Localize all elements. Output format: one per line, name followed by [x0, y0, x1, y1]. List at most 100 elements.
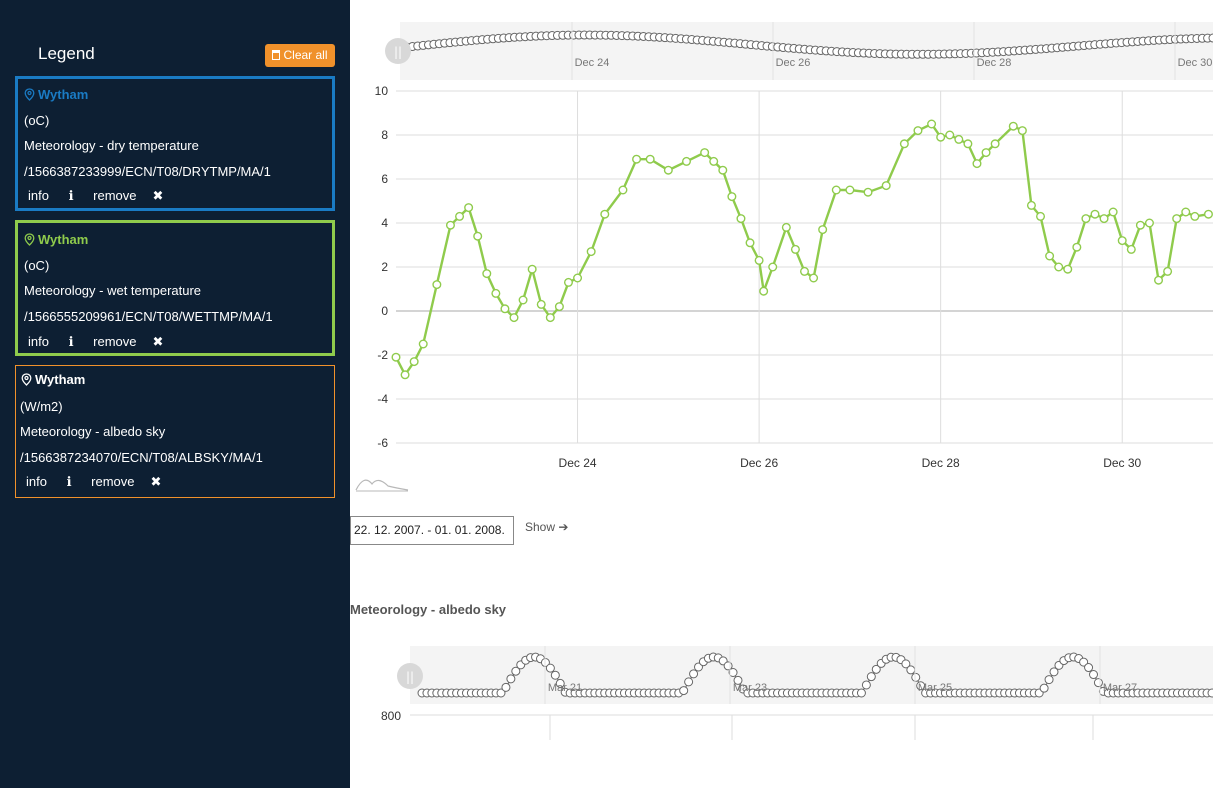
data-point[interactable]: [1090, 209, 1100, 219]
data-point[interactable]: [1099, 214, 1109, 224]
data-point[interactable]: [491, 288, 501, 298]
data-point[interactable]: [681, 156, 691, 166]
data-point[interactable]: [1181, 207, 1191, 217]
albedo-chart: 800: [381, 709, 1213, 740]
data-point[interactable]: [863, 187, 873, 197]
data-point[interactable]: [500, 304, 510, 314]
data-point[interactable]: [1154, 275, 1164, 285]
chart-type-icon[interactable]: [355, 479, 409, 491]
navigator-point: [866, 672, 876, 682]
info-button[interactable]: info ℹ: [28, 334, 74, 349]
data-point[interactable]: [554, 302, 564, 312]
data-point[interactable]: [1203, 209, 1213, 219]
data-point[interactable]: [663, 165, 673, 175]
data-point[interactable]: [736, 214, 746, 224]
data-point[interactable]: [563, 277, 573, 287]
data-point[interactable]: [809, 273, 819, 283]
data-point[interactable]: [600, 209, 610, 219]
data-point[interactable]: [1072, 242, 1082, 252]
data-point[interactable]: [781, 222, 791, 232]
data-point[interactable]: [913, 126, 923, 136]
data-point[interactable]: [745, 238, 755, 248]
data-point[interactable]: [790, 244, 800, 254]
data-point[interactable]: [573, 273, 583, 283]
data-point[interactable]: [400, 370, 410, 380]
data-point[interactable]: [645, 154, 655, 164]
data-point[interactable]: [1144, 218, 1154, 228]
y-tick-label: 6: [381, 172, 388, 186]
data-point[interactable]: [936, 132, 946, 142]
data-point[interactable]: [1026, 200, 1036, 210]
data-point[interactable]: [518, 295, 528, 305]
navigator-point: [545, 663, 555, 673]
series-points[interactable]: [391, 119, 1213, 380]
data-point[interactable]: [831, 185, 841, 195]
data-point[interactable]: [1135, 220, 1145, 230]
data-point[interactable]: [1108, 207, 1118, 217]
data-point[interactable]: [990, 139, 1000, 149]
data-point[interactable]: [727, 192, 737, 202]
data-point[interactable]: [418, 339, 428, 349]
series-line-wet-temperature[interactable]: [394, 122, 1209, 378]
data-point[interactable]: [1126, 244, 1136, 254]
navigator-tick-label: Mar 21: [548, 682, 582, 694]
data-point[interactable]: [709, 156, 719, 166]
data-point[interactable]: [963, 139, 973, 149]
data-point[interactable]: [1054, 262, 1064, 272]
card-series-name: Meteorology - wet temperature: [24, 283, 202, 298]
map-pin-icon: [24, 88, 35, 104]
data-point[interactable]: [445, 220, 455, 230]
data-point[interactable]: [409, 357, 419, 367]
data-point[interactable]: [945, 130, 955, 140]
data-point[interactable]: [954, 134, 964, 144]
data-point[interactable]: [718, 165, 728, 175]
info-button[interactable]: info ℹ: [26, 474, 72, 489]
data-point[interactable]: [818, 225, 828, 235]
remove-button[interactable]: remove ✖: [93, 188, 163, 203]
data-point[interactable]: [1008, 121, 1018, 131]
data-point[interactable]: [509, 313, 519, 323]
main-chart-y-axis: -6 -4 -2 0 2 4 6 8 10: [375, 84, 389, 450]
card-unit: (W/m2): [20, 399, 63, 414]
data-point[interactable]: [1045, 251, 1055, 261]
data-point[interactable]: [1017, 126, 1027, 136]
data-point[interactable]: [1163, 266, 1173, 276]
data-point[interactable]: [632, 154, 642, 164]
remove-button[interactable]: remove ✖: [93, 334, 163, 349]
data-point[interactable]: [1063, 264, 1073, 274]
data-point[interactable]: [981, 148, 991, 158]
data-point[interactable]: [972, 159, 982, 169]
data-point[interactable]: [1117, 236, 1127, 246]
data-point[interactable]: [754, 255, 764, 265]
data-point[interactable]: [545, 313, 555, 323]
data-point[interactable]: [391, 352, 401, 362]
data-point[interactable]: [899, 139, 909, 149]
data-point[interactable]: [927, 119, 937, 129]
data-point[interactable]: [586, 247, 596, 257]
navigator-point: [1089, 670, 1098, 680]
data-point[interactable]: [800, 266, 810, 276]
data-point[interactable]: [473, 231, 483, 241]
data-point[interactable]: [768, 262, 778, 272]
data-point[interactable]: [759, 286, 769, 296]
data-point[interactable]: [1081, 214, 1091, 224]
map-pin-icon: [24, 233, 35, 249]
data-point[interactable]: [700, 148, 710, 158]
data-point[interactable]: [1172, 214, 1182, 224]
data-point[interactable]: [1190, 211, 1200, 221]
info-button[interactable]: info ℹ: [28, 188, 74, 203]
data-point[interactable]: [845, 185, 855, 195]
clear-all-button[interactable]: Clear all: [265, 44, 335, 67]
date-range-input[interactable]: 22. 12. 2007. - 01. 01. 2008.: [350, 516, 514, 545]
data-point[interactable]: [618, 185, 628, 195]
data-point[interactable]: [464, 203, 474, 213]
remove-button[interactable]: remove ✖: [91, 474, 161, 489]
data-point[interactable]: [881, 181, 891, 191]
data-point[interactable]: [527, 264, 537, 274]
data-point[interactable]: [455, 211, 465, 221]
show-button[interactable]: Show ➔: [525, 520, 568, 534]
data-point[interactable]: [432, 280, 442, 290]
data-point[interactable]: [482, 269, 492, 279]
data-point[interactable]: [536, 299, 546, 309]
data-point[interactable]: [1036, 211, 1046, 221]
